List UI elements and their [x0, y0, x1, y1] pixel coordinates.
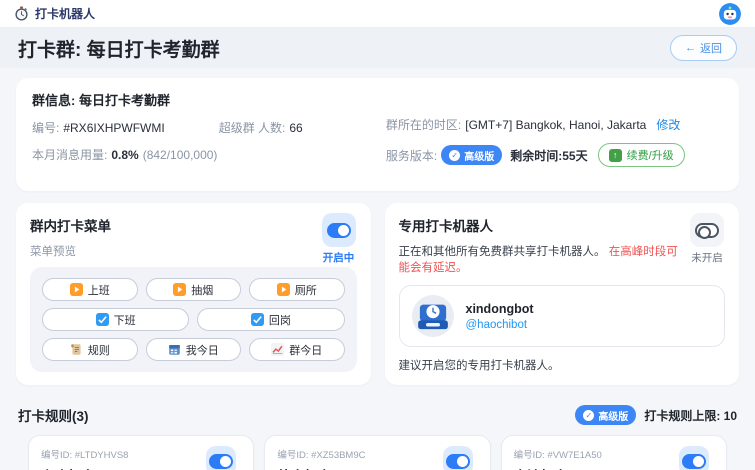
menu-button-xiaban[interactable]: 下班: [42, 308, 189, 331]
rule-toggle[interactable]: 开启中: [201, 446, 241, 470]
dedicated-bot-title: 专用打卡机器人: [399, 215, 726, 235]
check-circle-icon: ✓: [583, 410, 594, 421]
menu-button-label: 抽烟: [191, 282, 213, 298]
bot-sharing-text: 正在和其他所有免费群共享打卡机器人。: [399, 246, 606, 258]
app-title: 打卡机器人: [35, 5, 95, 22]
group-info-left: 群信息: 每日打卡考勤群 编号: #RX6IXHPWFWMI 超级群 人数: 6…: [32, 90, 386, 177]
rules-limit-info: ✓ 高级版 打卡规则上限: 10: [575, 405, 737, 425]
plan-label: 服务版本:: [386, 147, 437, 164]
shared-bot-item[interactable]: xindongbot @haochibot: [399, 285, 726, 347]
scroll-icon: [70, 343, 83, 356]
upgrade-label: 续费/升级: [627, 147, 674, 163]
rule-card-shangqia: 开启中 编号ID: #VW7E1A50 商洽打卡 开始打卡: wc 厕所 完成打…: [501, 435, 727, 470]
menu-button-qunjinri[interactable]: 群今日: [249, 338, 345, 361]
rules-section-title: 打卡规则(3): [18, 405, 89, 425]
rule-card-shangban: 开启中 编号ID: #LTDYHVS8 上班打卡 开始打卡: sb 上班 完成打…: [28, 435, 254, 470]
rules-limit-label: 打卡规则上限: 10: [644, 407, 737, 424]
dedicated-bot-toggle[interactable]: 未开启: [687, 213, 727, 265]
rule-toggle[interactable]: 开启中: [438, 446, 478, 470]
menu-button-label: 下班: [114, 312, 136, 328]
plan-badge: ✓ 高级版: [441, 145, 502, 165]
dedicated-bot-card: 专用打卡机器人 未开启 正在和其他所有免费群共享打卡机器人。 在高峰时段可能会有…: [385, 203, 740, 385]
rules-plan-badge-text: 高级版: [598, 408, 628, 423]
menu-button-label: 厕所: [295, 282, 317, 298]
menu-button-shangban[interactable]: 上班: [42, 278, 138, 301]
menu-toggle[interactable]: 开启中: [319, 213, 359, 265]
toggle-on-icon: [322, 213, 356, 247]
menu-button-wojinri[interactable]: 我今日: [146, 338, 242, 361]
top-header: 打卡机器人: [0, 0, 755, 28]
bot-avatar[interactable]: [719, 3, 741, 25]
timezone-value: [GMT+7] Bangkok, Hanoi, Jakarta: [465, 118, 646, 132]
menu-button-label: 回岗: [269, 312, 291, 328]
check-circle-icon: ✓: [449, 150, 460, 161]
menu-card: 群内打卡菜单 开启中 菜单预览 上班 抽烟: [16, 203, 371, 385]
bot-suggestion: 建议开启您的专用打卡机器人。: [399, 357, 726, 373]
menu-button-huigang[interactable]: 回岗: [197, 308, 344, 331]
upgrade-button[interactable]: ↑ 续费/升级: [598, 143, 685, 167]
usage-detail: (842/100,000): [143, 148, 218, 162]
page-title: 打卡群: 每日打卡考勤群: [18, 35, 220, 62]
menu-button-chouyan[interactable]: 抽烟: [146, 278, 242, 301]
menu-preview-label: 菜单预览: [30, 243, 357, 259]
calendar-icon: [168, 343, 181, 356]
timezone-label: 群所在的时区:: [386, 116, 461, 133]
menu-button-label: 我今日: [186, 342, 219, 358]
chart-icon: [271, 343, 284, 356]
main-content: 群信息: 每日打卡考勤群 编号: #RX6IXHPWFWMI 超级群 人数: 6…: [0, 68, 755, 470]
stopwatch-icon: [14, 6, 29, 21]
toggle-on-icon: [443, 446, 473, 470]
upgrade-arrow-icon: ↑: [609, 149, 622, 162]
dedicated-bot-toggle-label: 未开启: [687, 250, 727, 265]
group-type-label: 超级群 人数:: [219, 119, 286, 136]
page-title-bar: 打卡群: 每日打卡考勤群 ← 返回: [0, 28, 755, 68]
member-count: 66: [289, 121, 302, 135]
menu-toggle-label: 开启中: [319, 250, 359, 265]
menu-button-label: 群今日: [289, 342, 322, 358]
check-icon: [251, 313, 264, 326]
group-info-title: 群信息: 每日打卡考勤群: [32, 90, 386, 109]
rule-toggle[interactable]: 开启中: [674, 446, 714, 470]
menu-button-cesuo[interactable]: 厕所: [249, 278, 345, 301]
bot-handle-link[interactable]: @haochibot: [466, 319, 534, 331]
menu-card-title: 群内打卡菜单: [30, 215, 357, 235]
toggle-on-icon: [679, 446, 709, 470]
check-icon: [96, 313, 109, 326]
toggle-off-icon: [690, 213, 724, 247]
plan-badge-text: 高级版: [464, 148, 494, 163]
punch-clock-avatar: [412, 295, 454, 337]
menu-button-guize[interactable]: 规则: [42, 338, 138, 361]
back-label: 返回: [700, 40, 722, 56]
bot-name: xindongbot: [466, 302, 534, 316]
app-brand[interactable]: 打卡机器人: [14, 5, 95, 22]
usage-percent: 0.8%: [111, 148, 138, 162]
plan-remaining: 剩余时间:55天: [510, 147, 587, 164]
rules-plan-badge: ✓ 高级版: [575, 405, 636, 425]
play-icon: [277, 283, 290, 296]
menu-button-label: 上班: [88, 282, 110, 298]
cards-row: 群内打卡菜单 开启中 菜单预览 上班 抽烟: [16, 203, 739, 385]
menu-preview-box: 上班 抽烟 厕所 下班: [30, 267, 357, 372]
usage-label: 本月消息用量:: [32, 146, 107, 163]
back-button[interactable]: ← 返回: [670, 35, 737, 61]
group-info-right: 群所在的时区: [GMT+7] Bangkok, Hanoi, Jakarta …: [386, 90, 723, 177]
rule-card-waichu: 开启中 编号ID: #XZ53BM9C 外出打卡 开始打卡: cy 抽烟 完成打…: [264, 435, 490, 470]
group-id-value: #RX6IXHPWFWMI: [63, 121, 164, 135]
play-icon: [173, 283, 186, 296]
group-id-label: 编号:: [32, 119, 59, 136]
rules-cards-row: 开启中 编号ID: #LTDYHVS8 上班打卡 开始打卡: sb 上班 完成打…: [16, 435, 739, 470]
bot-sharing-desc: 正在和其他所有免费群共享打卡机器人。 在高峰时段可能会有延迟。: [399, 243, 726, 275]
menu-button-label: 规则: [88, 342, 110, 358]
timezone-edit-link[interactable]: 修改: [656, 116, 680, 133]
toggle-on-icon: [206, 446, 236, 470]
bot-identity: xindongbot @haochibot: [466, 302, 534, 331]
rules-section-header: 打卡规则(3) ✓ 高级版 打卡规则上限: 10: [16, 399, 739, 435]
group-info-card: 群信息: 每日打卡考勤群 编号: #RX6IXHPWFWMI 超级群 人数: 6…: [16, 78, 739, 191]
play-icon: [70, 283, 83, 296]
back-arrow-icon: ←: [685, 42, 696, 54]
